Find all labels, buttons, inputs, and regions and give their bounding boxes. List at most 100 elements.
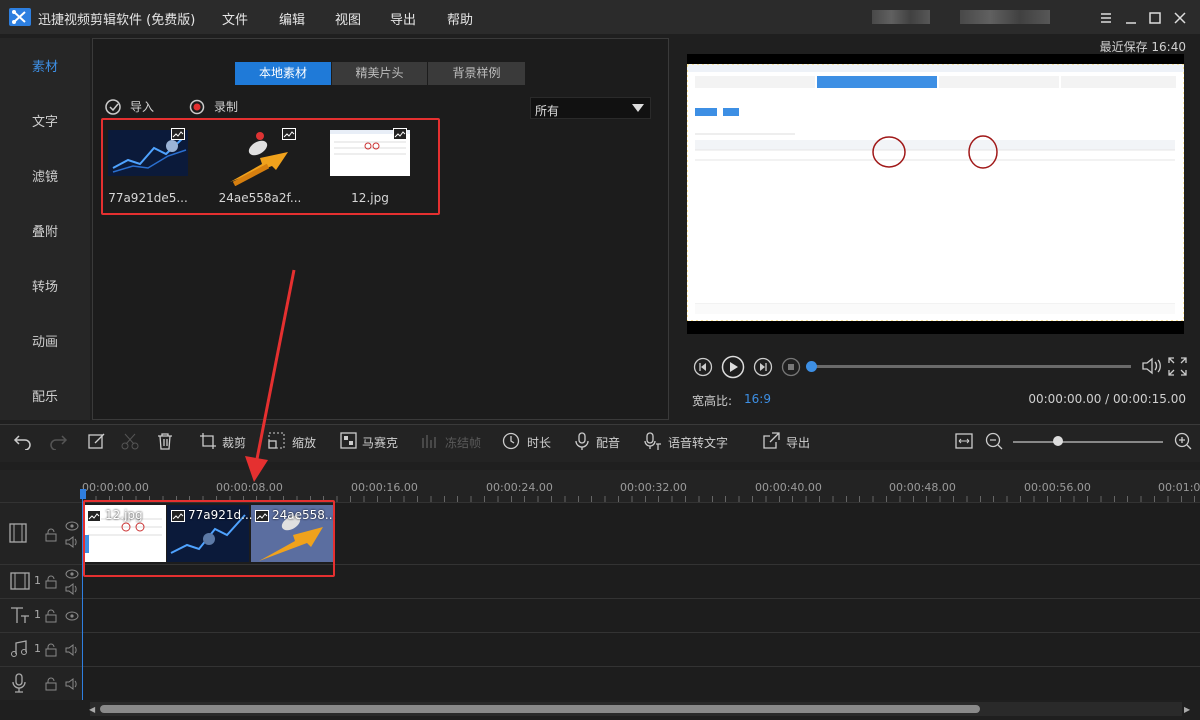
menu-help[interactable]: 帮助 [447,9,473,28]
playback-progress-handle[interactable] [806,361,817,372]
media-filter-dropdown[interactable]: 所有 [530,97,651,119]
menu-file[interactable]: 文件 [222,9,248,28]
stop-icon[interactable] [781,357,801,377]
voiceover-button[interactable]: 配音 [596,434,620,451]
music-track-1[interactable] [0,632,1200,666]
timeline-scroll-thumb[interactable] [100,705,980,713]
sidebar-item-text[interactable]: 文字 [0,111,90,130]
eye-icon[interactable] [65,569,79,579]
crop-icon[interactable] [199,432,217,450]
settings-menu-icon[interactable] [1097,9,1115,27]
playback-progress-track[interactable] [811,365,1131,368]
timeline-zoom-handle[interactable] [1053,436,1063,446]
speech-to-text-icon[interactable] [644,432,662,450]
export-icon[interactable] [762,432,780,450]
edit-icon[interactable] [88,432,106,450]
speaker-icon[interactable] [65,583,79,595]
ruler-label: 00:00:56.00 [1024,481,1091,494]
lock-icon[interactable] [45,528,57,542]
speaker-icon[interactable] [65,536,79,548]
speaker-icon[interactable] [65,644,79,656]
text-track-1[interactable] [0,598,1200,632]
ruler-label: 00:00:48.00 [889,481,956,494]
scroll-right-icon[interactable]: ▶ [1184,705,1190,714]
split-icon [121,432,139,450]
sidebar-item-music[interactable]: 配乐 [0,386,90,405]
ruler-label: 00:00:16.00 [351,481,418,494]
clock-icon[interactable] [502,432,520,450]
scroll-left-icon[interactable]: ◀ [89,705,95,714]
lock-icon[interactable] [45,575,57,589]
import-icon[interactable] [104,98,122,116]
speech-to-text-button[interactable]: 语音转文字 [668,434,728,451]
aspect-ratio-value[interactable]: 16:9 [744,392,771,406]
timeline-zoom-slider[interactable] [1013,441,1163,443]
menu-edit[interactable]: 编辑 [279,9,305,28]
microphone-track-icon [11,673,27,693]
menu-view[interactable]: 视图 [335,9,361,28]
preview-image [687,64,1184,321]
track-number: 1 [34,642,41,655]
fullscreen-icon[interactable] [1168,357,1187,376]
freeze-frame-icon [421,432,439,450]
play-icon[interactable] [721,355,745,379]
film-icon [9,523,27,543]
sidebar-item-media[interactable]: 素材 [0,56,90,75]
mosaic-button[interactable]: 马赛克 [362,434,398,451]
video-track-icon [10,572,30,590]
annotation-arrow [245,269,296,482]
tab-backgrounds[interactable]: 背景样例 [428,62,525,85]
zoom-out-icon[interactable] [985,432,1003,450]
sidebar-item-filter[interactable]: 滤镜 [0,166,90,185]
menu-export[interactable]: 导出 [390,9,416,28]
next-frame-icon[interactable] [753,357,773,377]
previous-frame-icon[interactable] [693,357,713,377]
last-saved-label: 最近保存 16:40 [1099,40,1186,54]
lock-icon[interactable] [45,609,57,623]
mosaic-icon[interactable] [340,432,358,450]
import-button[interactable]: 导入 [130,98,154,115]
fit-timeline-icon[interactable] [955,433,973,449]
speaker-icon[interactable] [65,678,79,690]
export-button[interactable]: 导出 [786,434,810,451]
lock-icon[interactable] [45,677,57,691]
minimize-icon[interactable] [1122,9,1140,27]
sidebar-item-animation[interactable]: 动画 [0,331,90,350]
duration-button[interactable]: 时长 [527,434,551,451]
lock-icon[interactable] [45,643,57,657]
delete-icon[interactable] [156,432,174,450]
text-track-icon [10,606,30,624]
sidebar-item-transition[interactable]: 转场 [0,276,90,295]
filter-value: 所有 [535,104,560,118]
freeze-frame-button: 冻结帧 [445,436,482,450]
media-panel [92,38,669,420]
highlight-box-timeline [83,500,335,577]
track-number: 1 [34,608,41,621]
tab-local-media[interactable]: 本地素材 [235,62,331,85]
redo-icon [48,432,68,450]
sidebar-item-overlay[interactable]: 叠附 [0,221,90,240]
blurred-account-info [960,10,1050,24]
eye-icon[interactable] [65,521,79,531]
eye-icon[interactable] [65,611,79,621]
playhead-handle[interactable] [80,489,86,499]
sidebar: 素材 文字 滤镜 叠附 转场 动画 配乐 [0,38,90,420]
aspect-ratio-label: 宽高比: [692,394,733,408]
close-icon[interactable] [1171,9,1189,27]
track-number: 1 [34,574,41,587]
zoom-in-icon[interactable] [1174,432,1192,450]
ruler-label: 00:00:40.00 [755,481,822,494]
volume-icon[interactable] [1140,356,1162,376]
ruler-label: 00:00:00.00 [82,481,149,494]
undo-icon[interactable] [13,432,33,450]
playhead[interactable] [82,490,83,700]
app-logo-icon [9,8,31,26]
record-button[interactable]: 录制 [214,98,238,115]
playback-time: 00:00:00.00 / 00:00:15.00 [1028,392,1186,406]
voice-track[interactable] [0,666,1200,700]
tab-intros[interactable]: 精美片头 [332,62,427,85]
chevron-down-icon [632,104,644,112]
maximize-icon[interactable] [1146,9,1164,27]
record-icon[interactable] [189,99,205,115]
microphone-icon[interactable] [573,432,591,450]
